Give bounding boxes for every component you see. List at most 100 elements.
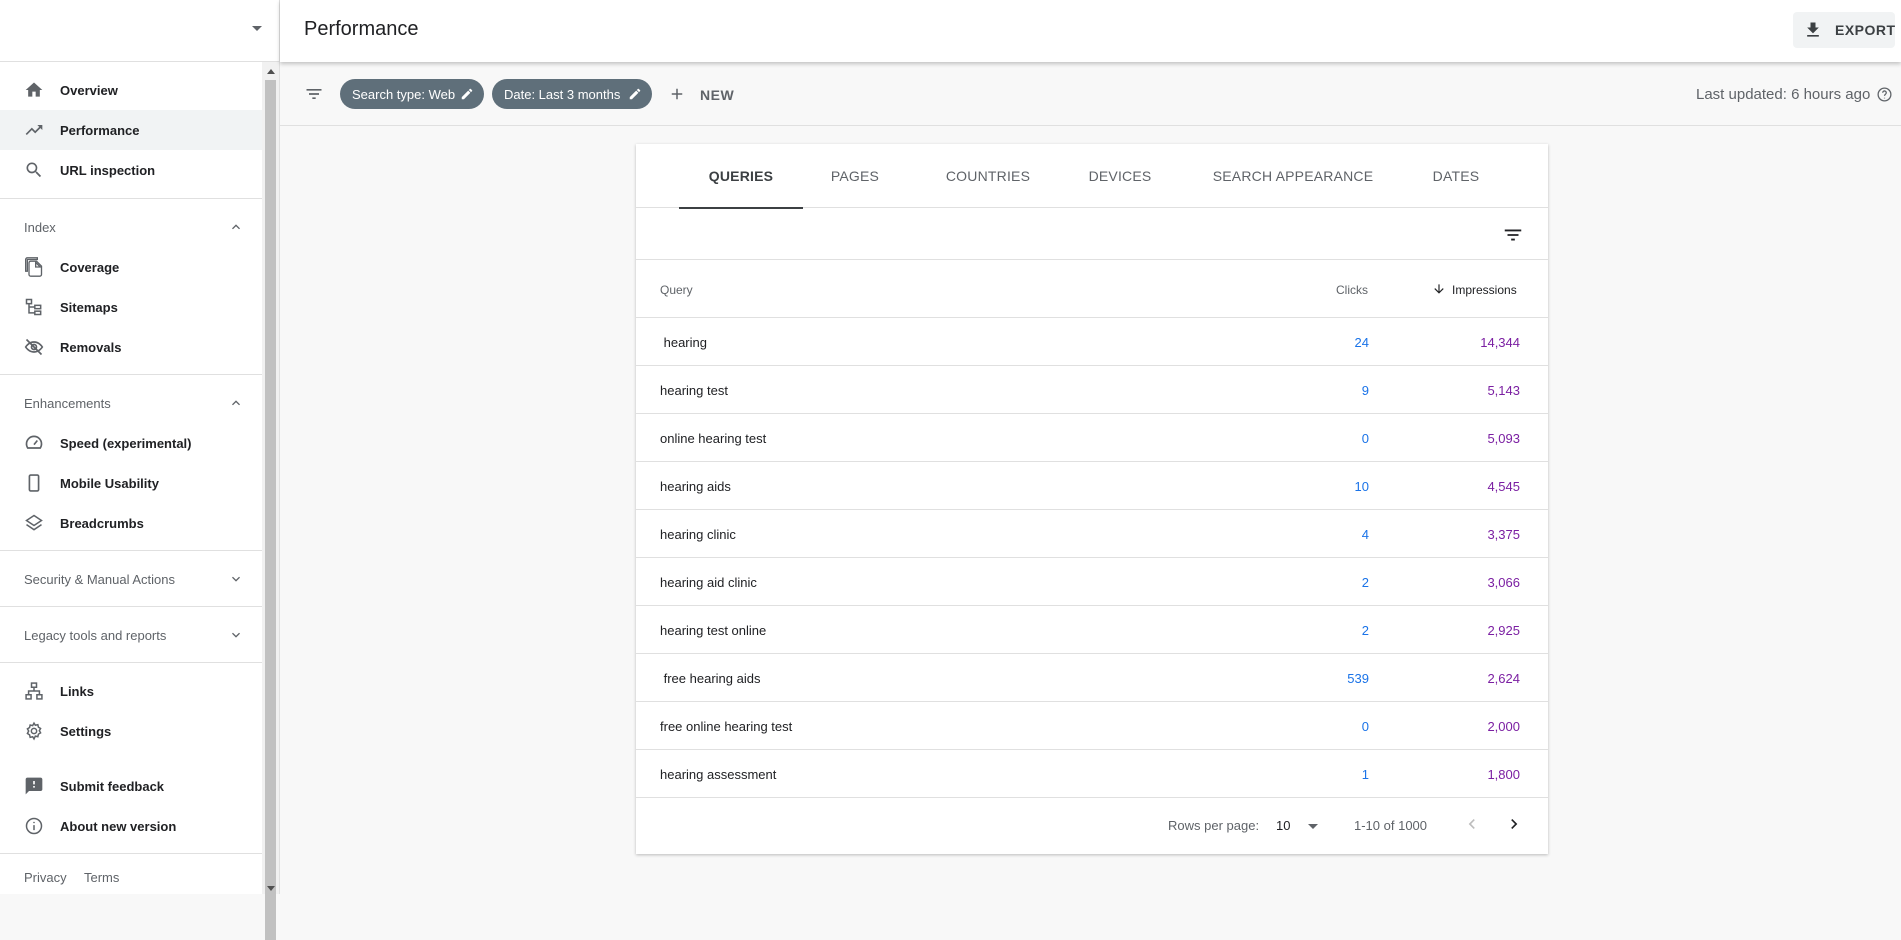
chevron-up-icon <box>232 224 240 230</box>
sidebar-item-label: Breadcrumbs <box>60 515 144 531</box>
impressions-cell: 3,375 <box>1487 527 1520 542</box>
eye-off-icon <box>24 338 44 356</box>
sidebar-item-label: Coverage <box>60 259 120 275</box>
column-header-impressions[interactable]: Impressions <box>1452 283 1517 297</box>
table-row[interactable]: hearing test online 2 2,925 <box>636 606 1548 654</box>
feedback-icon <box>25 777 43 795</box>
impressions-cell: 2,925 <box>1487 623 1520 638</box>
query-cell: hearing test <box>660 383 728 398</box>
page-range-text: 1-10 of 1000 <box>1354 818 1428 833</box>
divider <box>0 198 262 199</box>
table-row[interactable]: hearing test 9 5,143 <box>636 366 1548 414</box>
clicks-cell: 24 <box>1354 335 1369 350</box>
sidebar-item-overview[interactable]: Overview <box>0 70 262 110</box>
impressions-cell: 2,624 <box>1487 671 1520 686</box>
impressions-cell: 4,545 <box>1487 479 1520 494</box>
privacy-link[interactable]: Privacy <box>24 870 67 885</box>
table-row[interactable]: hearing aids 10 4,545 <box>636 462 1548 510</box>
help-icon[interactable] <box>1876 86 1893 103</box>
clicks-cell: 9 <box>1361 383 1369 398</box>
section-legacy-tools[interactable]: Legacy tools and reports <box>0 615 262 655</box>
property-selector[interactable] <box>0 0 279 62</box>
section-security[interactable]: Security & Manual Actions <box>0 559 262 599</box>
tab-search-appearance[interactable]: SEARCH APPEARANCE <box>1198 144 1388 208</box>
divider <box>0 550 262 551</box>
sidebar: Overview Performance URL inspection Inde… <box>0 0 280 940</box>
tab-pages[interactable]: PAGES <box>814 144 896 208</box>
property-dropdown-icon[interactable] <box>252 26 262 31</box>
sidebar-item-speed[interactable]: Speed (experimental) <box>0 423 262 463</box>
sidebar-item-performance[interactable]: Performance <box>0 110 262 150</box>
table-row[interactable]: online hearing test 0 5,093 <box>636 414 1548 462</box>
sidebar-scrollbar[interactable] <box>262 62 279 940</box>
table-row[interactable]: hearing aid clinic 2 3,066 <box>636 558 1548 606</box>
section-enhancements[interactable]: Enhancements <box>0 383 262 423</box>
section-label: Index <box>24 219 56 235</box>
table-header: Query Clicks Impressions <box>636 260 1548 318</box>
sidebar-item-label: Submit feedback <box>60 778 165 794</box>
sidebar-item-label: Links <box>60 683 94 699</box>
sidebar-item-removals[interactable]: Removals <box>0 327 262 367</box>
impressions-cell: 5,093 <box>1487 431 1520 446</box>
table-row[interactable]: hearing 24 14,344 <box>636 318 1548 366</box>
chip-date[interactable]: Date: Last 3 months <box>492 79 652 109</box>
gear-icon <box>26 721 42 741</box>
filter-bar: Search type: Web Date: Last 3 months NEW… <box>280 62 1901 126</box>
column-header-clicks[interactable]: Clicks <box>1336 283 1368 297</box>
clicks-cell: 10 <box>1354 479 1369 494</box>
query-cell: hearing test online <box>660 623 767 638</box>
scroll-down-icon[interactable] <box>267 886 275 891</box>
scrollbar-thumb[interactable] <box>265 80 276 940</box>
table-row[interactable]: free online hearing test 0 2,000 <box>636 702 1548 750</box>
sidebar-item-label: Settings <box>60 723 112 739</box>
table-row[interactable]: hearing assessment 1 1,800 <box>636 750 1548 798</box>
tab-countries[interactable]: COUNTRIES <box>932 144 1044 208</box>
query-cell: online hearing test <box>660 431 767 446</box>
edit-icon[interactable] <box>628 87 642 101</box>
chevron-up-icon <box>232 400 240 406</box>
sidebar-item-mobile-usability[interactable]: Mobile Usability <box>0 463 262 503</box>
new-label: NEW <box>700 87 735 103</box>
chevron-left-icon[interactable] <box>1462 814 1482 834</box>
edit-icon[interactable] <box>460 87 474 101</box>
tab-queries[interactable]: QUERIES <box>679 144 803 209</box>
sidebar-item-coverage[interactable]: Coverage <box>0 247 262 287</box>
filter-list-icon[interactable] <box>304 84 324 104</box>
rows-per-page-label: Rows per page: <box>1168 818 1260 833</box>
query-cell: hearing aid clinic <box>660 575 757 590</box>
tab-devices[interactable]: DEVICES <box>1076 144 1164 208</box>
chip-search-type[interactable]: Search type: Web <box>340 79 484 109</box>
query-cell: hearing clinic <box>660 527 736 542</box>
filter-list-icon[interactable] <box>1502 224 1524 246</box>
sidebar-item-label: Speed (experimental) <box>60 435 192 451</box>
query-cell: hearing assessment <box>660 767 777 782</box>
sidebar-item-submit-feedback[interactable]: Submit feedback <box>0 766 262 806</box>
chevron-right-icon[interactable] <box>1504 814 1524 834</box>
scroll-up-icon[interactable] <box>267 69 275 74</box>
arrow-down-icon <box>1434 284 1444 294</box>
table-row[interactable]: hearing clinic 4 3,375 <box>636 510 1548 558</box>
trending-up-icon <box>25 125 43 135</box>
sidebar-item-links[interactable]: Links <box>0 671 262 711</box>
clicks-cell: 4 <box>1361 527 1369 542</box>
sidebar-item-label: Mobile Usability <box>60 475 159 491</box>
column-header-query[interactable]: Query <box>660 283 693 297</box>
sidebar-item-label: Sitemaps <box>60 299 118 315</box>
sidebar-item-label: About new version <box>60 818 177 834</box>
section-label: Legacy tools and reports <box>24 627 167 643</box>
sidebar-item-about-new-version[interactable]: About new version <box>0 806 262 846</box>
sidebar-item-sitemaps[interactable]: Sitemaps <box>0 287 262 327</box>
sidebar-item-url-inspection[interactable]: URL inspection <box>0 150 262 190</box>
rows-per-page-select[interactable]: 10 <box>1276 818 1290 833</box>
export-button[interactable]: EXPORT <box>1793 12 1895 48</box>
sidebar-item-breadcrumbs[interactable]: Breadcrumbs <box>0 503 262 543</box>
tab-dates[interactable]: DATES <box>1416 144 1496 208</box>
divider <box>0 606 262 607</box>
sidebar-item-settings[interactable]: Settings <box>0 711 262 751</box>
table-row[interactable]: free hearing aids 539 2,624 <box>636 654 1548 702</box>
file-copy-icon <box>25 257 43 277</box>
terms-link[interactable]: Terms <box>84 870 119 885</box>
layers-icon <box>25 514 43 531</box>
section-index[interactable]: Index <box>0 207 262 247</box>
chevron-down-icon[interactable] <box>1308 824 1318 829</box>
